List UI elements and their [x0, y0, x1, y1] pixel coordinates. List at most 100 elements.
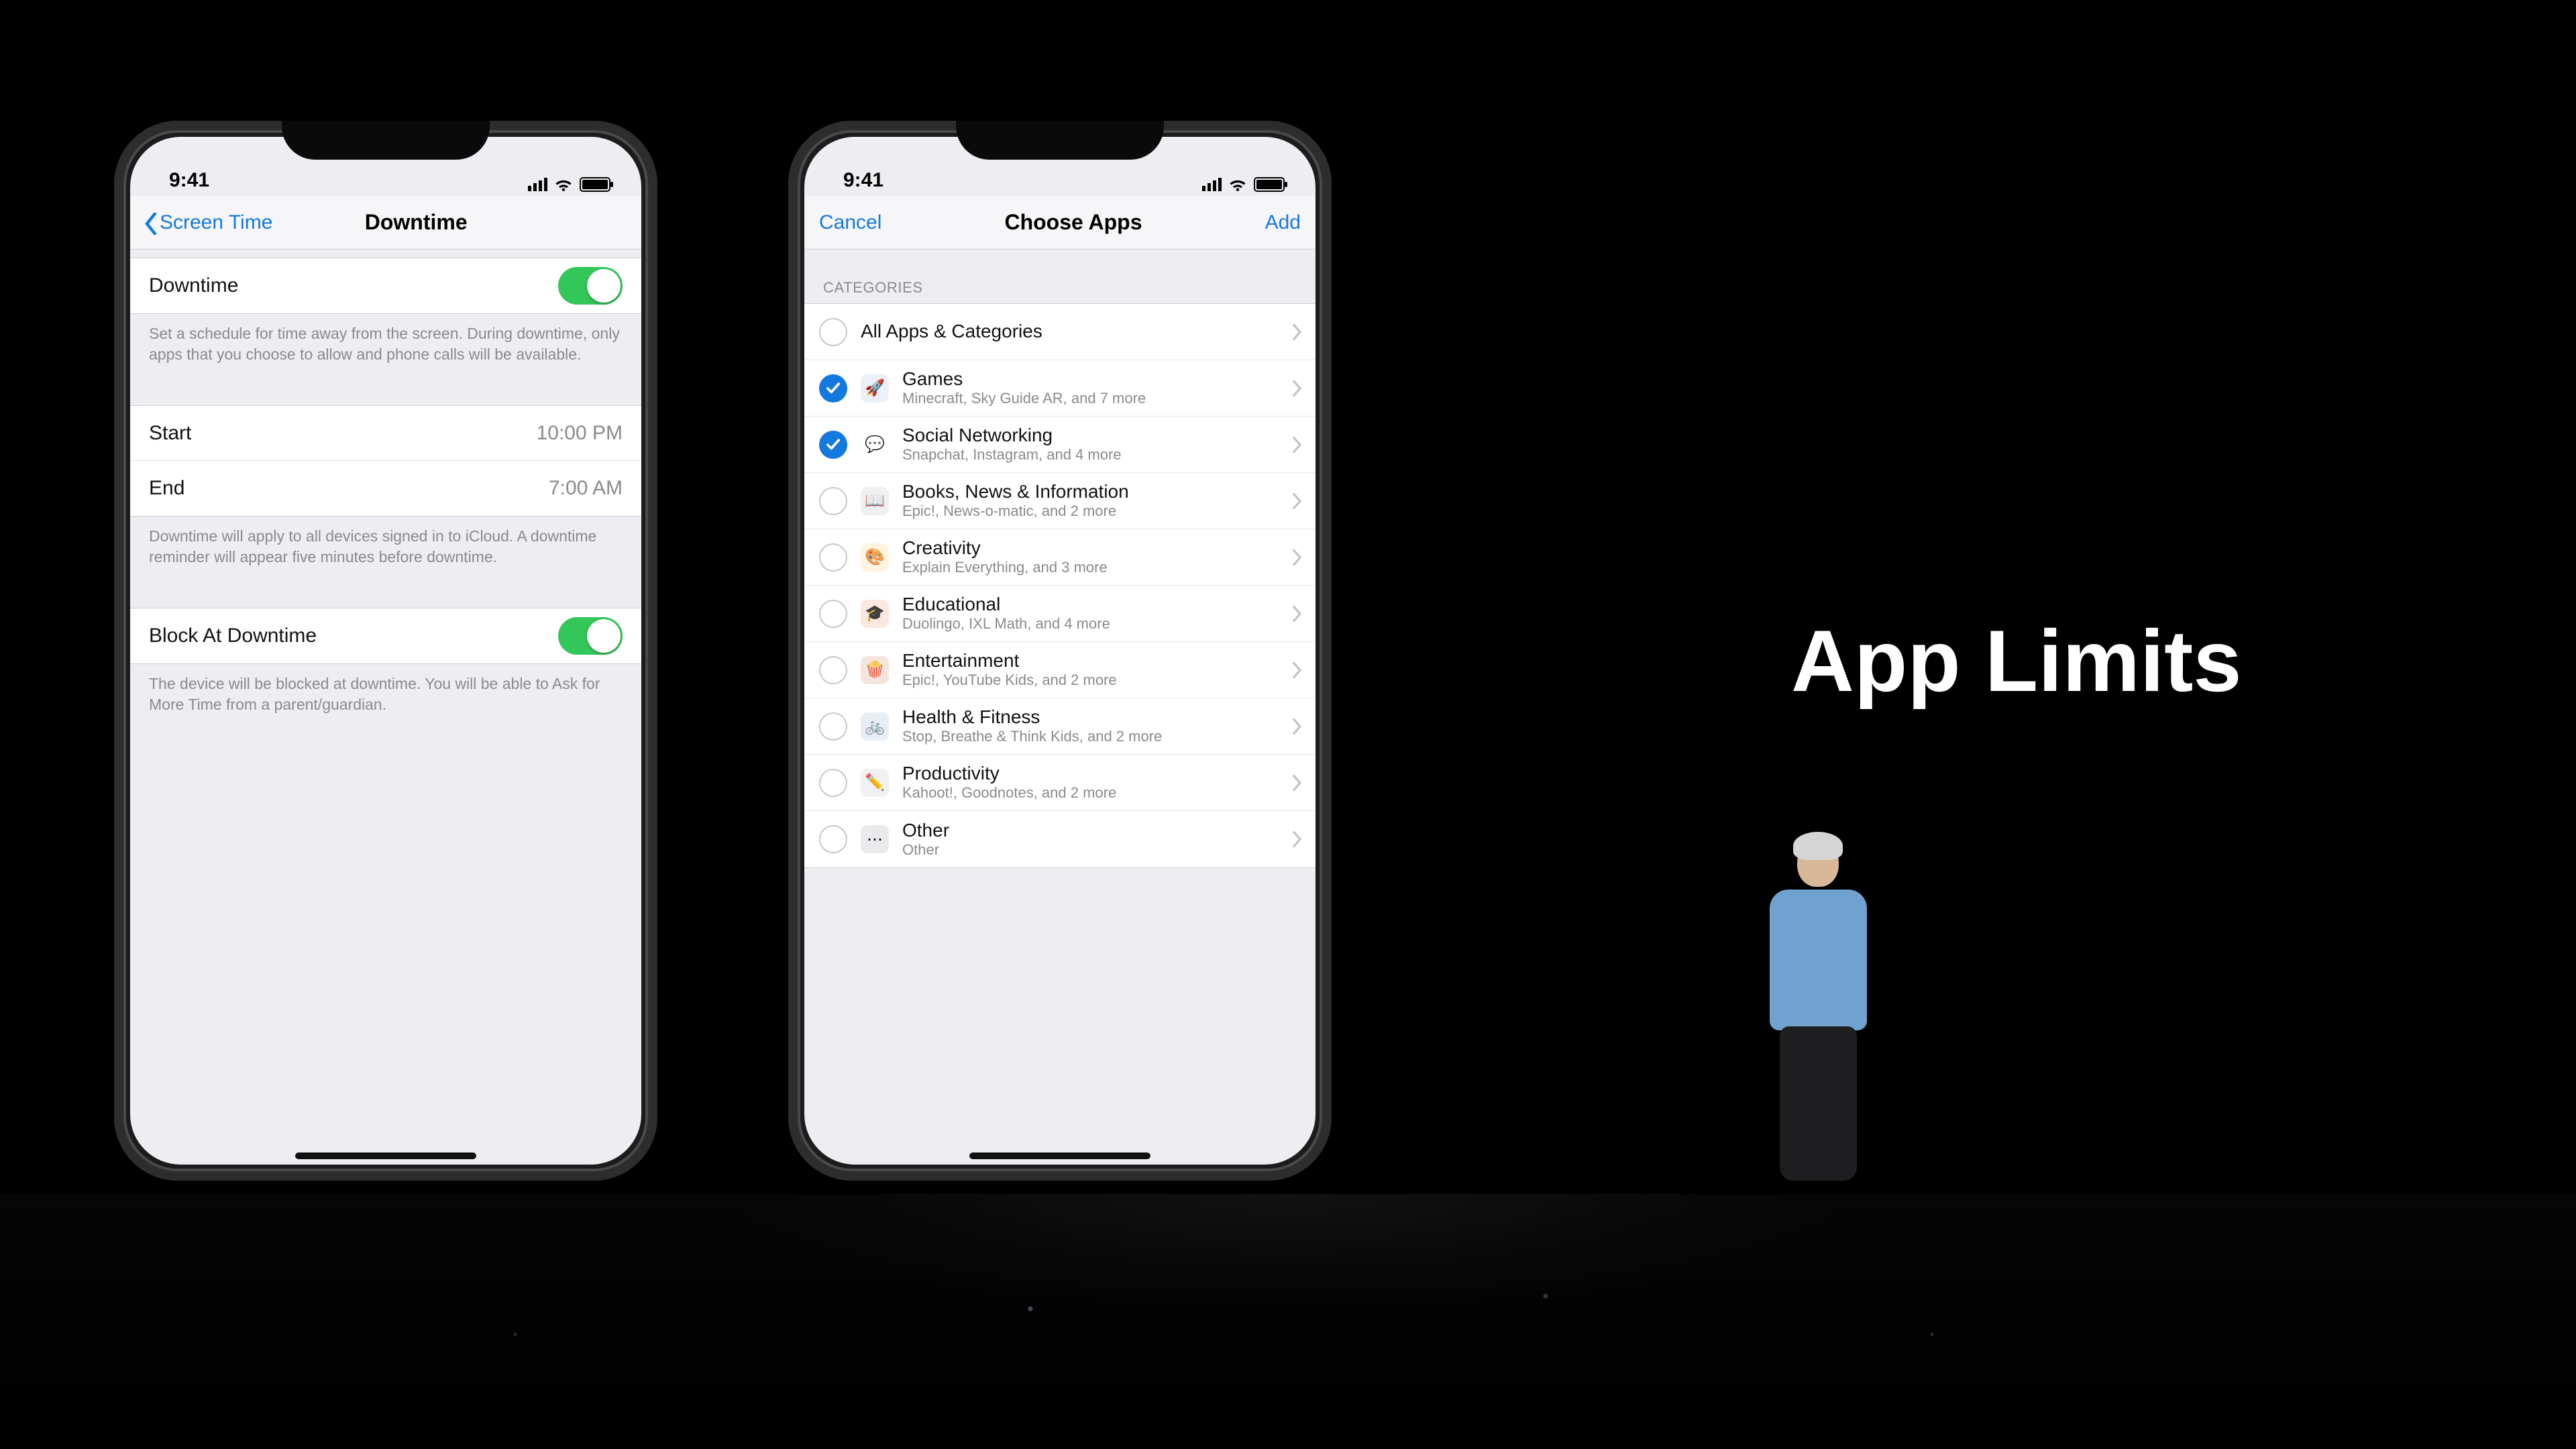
check-circle-checked-icon[interactable]	[819, 374, 847, 402]
category-label: Creativity	[902, 538, 1293, 559]
category-label: Books, News & Information	[902, 482, 1293, 502]
phone-screen: 9:41 Cancel Choose Apps Add CATEGORIES	[804, 137, 1316, 1165]
status-icons	[1064, 177, 1291, 192]
categories-header: CATEGORIES	[804, 250, 1316, 303]
presenter-figure	[1751, 839, 1885, 1161]
category-label: All Apps & Categories	[861, 321, 1293, 342]
chevron-right-icon	[1293, 549, 1302, 566]
wifi-icon	[554, 177, 573, 192]
check-circle-checked-icon[interactable]	[819, 431, 847, 459]
chevron-right-icon	[1293, 493, 1302, 509]
category-subtitle: Snapchat, Instagram, and 4 more	[902, 446, 1293, 463]
downtime-switch-label: Downtime	[149, 274, 558, 297]
add-button[interactable]: Add	[1265, 211, 1301, 234]
block-footer: The device will be blocked at downtime. …	[130, 664, 641, 715]
section-downtime: Downtime	[130, 258, 641, 314]
chevron-right-icon	[1293, 831, 1302, 847]
slide-title: App Limits	[1791, 610, 2462, 711]
start-label: Start	[149, 422, 537, 445]
phone-screen: 9:41 Screen Time Downtime	[130, 137, 641, 1165]
end-value: 7:00 AM	[549, 477, 623, 500]
category-icon: ✏️	[861, 769, 889, 797]
category-subtitle: Kahoot!, Goodnotes, and 2 more	[902, 784, 1293, 801]
check-circle-unchecked-icon[interactable]	[819, 769, 847, 797]
category-subtitle: Duolingo, IXL Math, and 4 more	[902, 615, 1293, 632]
device-notch	[956, 121, 1164, 160]
block-label: Block At Downtime	[149, 625, 558, 647]
category-row[interactable]: ⋯ Other Other	[804, 811, 1316, 867]
category-icon: 🚲	[861, 712, 889, 741]
category-label: Health & Fitness	[902, 707, 1293, 728]
category-icon: 🎨	[861, 543, 889, 572]
category-row[interactable]: 🎨 Creativity Explain Everything, and 3 m…	[804, 529, 1316, 586]
category-subtitle: Explain Everything, and 3 more	[902, 559, 1293, 576]
section-block: Block At Downtime	[130, 608, 641, 664]
category-label: Productivity	[902, 763, 1293, 784]
status-icons	[390, 177, 617, 192]
navigation-bar: Screen Time Downtime	[130, 196, 641, 250]
category-row[interactable]: 🍿 Entertainment Epic!, YouTube Kids, and…	[804, 642, 1316, 698]
nav-title: Choose Apps	[881, 210, 1265, 235]
battery-icon	[1254, 177, 1285, 192]
cancel-button[interactable]: Cancel	[819, 211, 881, 234]
category-row[interactable]: ✏️ Productivity Kahoot!, Goodnotes, and …	[804, 755, 1316, 811]
chevron-right-icon	[1293, 718, 1302, 735]
letterbox	[0, 1402, 2576, 1449]
category-icon: ⋯	[861, 825, 889, 853]
battery-icon	[580, 177, 610, 192]
end-time-row[interactable]: End 7:00 AM	[130, 461, 641, 516]
downtime-switch-on[interactable]	[558, 267, 623, 305]
category-icon: 💬	[861, 431, 889, 459]
device-notch	[282, 121, 490, 160]
category-row[interactable]: 💬 Social Networking Snapchat, Instagram,…	[804, 417, 1316, 473]
category-subtitle: Other	[902, 841, 1293, 858]
category-row[interactable]: 🚲 Health & Fitness Stop, Breathe & Think…	[804, 698, 1316, 755]
block-switch-row[interactable]: Block At Downtime	[130, 608, 641, 663]
category-label: Social Networking	[902, 425, 1293, 446]
cellular-signal-icon	[528, 178, 547, 191]
phone-mockup-downtime: 9:41 Screen Time Downtime	[114, 121, 657, 1181]
check-circle-unchecked-icon[interactable]	[819, 318, 847, 346]
check-circle-unchecked-icon[interactable]	[819, 487, 847, 515]
status-time: 9:41	[154, 169, 390, 192]
home-indicator[interactable]	[969, 1152, 1150, 1159]
section-schedule: Start 10:00 PM End 7:00 AM	[130, 405, 641, 517]
check-circle-unchecked-icon[interactable]	[819, 600, 847, 628]
chevron-right-icon	[1293, 324, 1302, 340]
category-subtitle: Minecraft, Sky Guide AR, and 7 more	[902, 390, 1293, 407]
category-row[interactable]: 📖 Books, News & Information Epic!, News-…	[804, 473, 1316, 529]
downtime-switch-row[interactable]: Downtime	[130, 258, 641, 313]
category-row[interactable]: 🎓 Educational Duolingo, IXL Math, and 4 …	[804, 586, 1316, 642]
downtime-footer: Set a schedule for time away from the sc…	[130, 314, 641, 365]
check-circle-unchecked-icon[interactable]	[819, 825, 847, 853]
category-label: Other	[902, 820, 1293, 841]
category-subtitle: Epic!, News-o-matic, and 2 more	[902, 502, 1293, 519]
category-icon: 🚀	[861, 374, 889, 402]
home-indicator[interactable]	[295, 1152, 476, 1159]
category-subtitle: Epic!, YouTube Kids, and 2 more	[902, 672, 1293, 688]
letterbox	[0, 0, 2576, 47]
chevron-right-icon	[1293, 662, 1302, 678]
check-circle-unchecked-icon[interactable]	[819, 656, 847, 684]
check-circle-unchecked-icon[interactable]	[819, 543, 847, 572]
category-label: Entertainment	[902, 651, 1293, 672]
chevron-left-icon	[145, 213, 157, 233]
status-time: 9:41	[828, 169, 1064, 192]
category-icon: 🎓	[861, 600, 889, 628]
block-switch-on[interactable]	[558, 617, 623, 655]
phone-mockup-choose-apps: 9:41 Cancel Choose Apps Add CATEGORIES	[788, 121, 1332, 1181]
categories-list: All Apps & Categories 🚀 Games Minecra	[804, 303, 1316, 868]
wifi-icon	[1228, 177, 1247, 192]
nav-title: Downtime	[205, 210, 627, 235]
category-label: Games	[902, 369, 1293, 390]
start-value: 10:00 PM	[537, 422, 623, 445]
chevron-right-icon	[1293, 437, 1302, 453]
chevron-right-icon	[1293, 380, 1302, 396]
chevron-right-icon	[1293, 606, 1302, 622]
category-icon: 🍿	[861, 656, 889, 684]
navigation-bar: Cancel Choose Apps Add	[804, 196, 1316, 250]
start-time-row[interactable]: Start 10:00 PM	[130, 406, 641, 461]
category-row[interactable]: 🚀 Games Minecraft, Sky Guide AR, and 7 m…	[804, 360, 1316, 417]
check-circle-unchecked-icon[interactable]	[819, 712, 847, 741]
category-all-row[interactable]: All Apps & Categories	[804, 304, 1316, 360]
